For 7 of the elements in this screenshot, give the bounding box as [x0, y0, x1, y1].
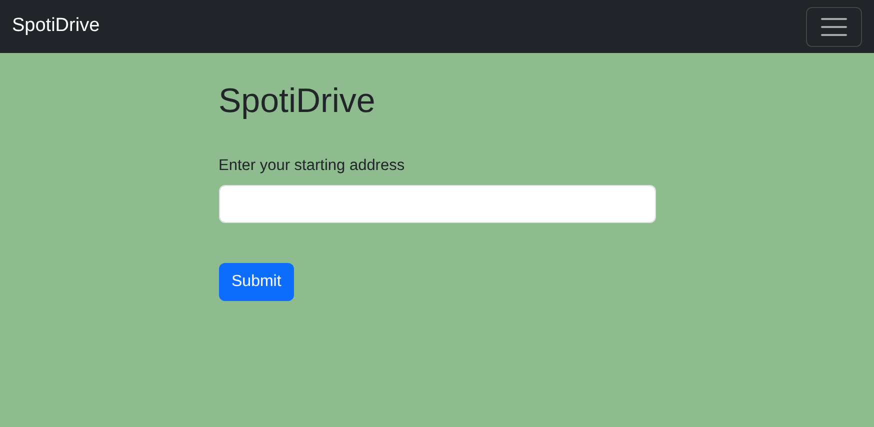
address-input-field[interactable] — [218, 185, 656, 224]
brand-link[interactable]: SpotiDrive — [12, 12, 100, 41]
menu-icon — [821, 16, 847, 36]
menu-toggle-button[interactable] — [806, 6, 862, 46]
address-label: Enter your starting address — [218, 156, 405, 176]
page-title: SpotiDrive — [218, 81, 376, 122]
submit-button[interactable]: Submit — [218, 263, 294, 302]
